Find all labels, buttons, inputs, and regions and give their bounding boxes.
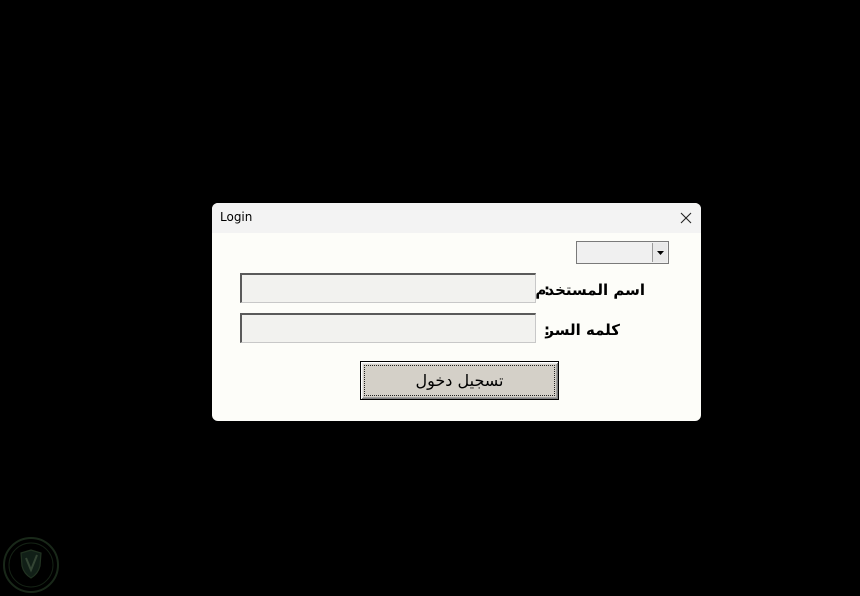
dropdown-selected-value	[579, 244, 653, 261]
password-input[interactable]	[240, 313, 536, 343]
login-button-label: تسجيل دخول	[364, 365, 555, 396]
selection-dropdown[interactable]	[576, 241, 669, 264]
login-button[interactable]: تسجيل دخول	[360, 361, 559, 400]
dropdown-arrow-icon	[656, 250, 664, 255]
username-label: اسم المستخدم	[535, 281, 645, 299]
login-dialog: Login : اسم المستخدم : كلمه السر تسجيل د	[212, 203, 701, 421]
password-label: كلمه السر	[545, 321, 620, 339]
dropdown-button[interactable]	[652, 243, 667, 262]
close-button[interactable]	[671, 203, 701, 233]
desktop: Login : اسم المستخدم : كلمه السر تسجيل د	[0, 0, 860, 596]
close-icon	[680, 212, 692, 224]
shield-logo-icon	[2, 536, 60, 594]
title-bar[interactable]: Login	[212, 203, 701, 233]
window-title: Login	[220, 210, 253, 224]
username-input[interactable]	[240, 273, 536, 303]
